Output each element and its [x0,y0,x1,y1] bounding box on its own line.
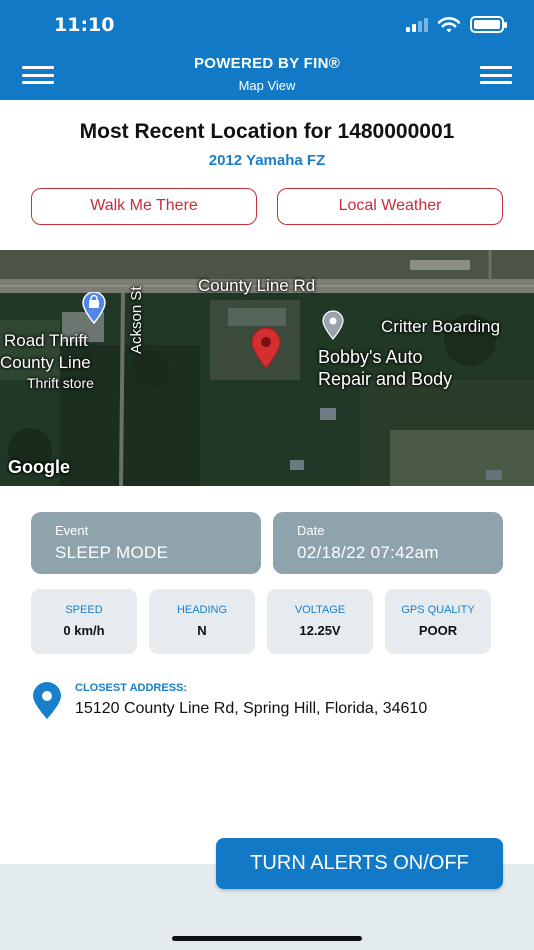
map-street-label: Ackson St [128,286,145,354]
voltage-stat: VOLTAGE 12.25V [267,589,373,654]
map-view[interactable]: County Line Rd Ackson St Road Thrift Cou… [0,250,534,486]
status-bar: 11:10 [0,0,534,46]
home-indicator[interactable] [172,936,362,941]
heading-value: N [197,623,207,638]
menu-right-icon[interactable] [480,66,512,84]
walk-me-there-button[interactable]: Walk Me There [31,188,257,225]
poi-auto-line1: Bobby's Auto [318,347,423,367]
gps-quality-label: GPS QUALITY [401,604,475,616]
location-marker-icon [251,327,281,369]
poi-thrift-category: Thrift store [27,375,94,391]
map-road-label: County Line Rd [198,276,316,295]
gps-quality-value: POOR [418,623,458,638]
toggle-alerts-button[interactable]: TURN ALERTS ON/OFF [216,838,503,889]
nav-title: POWERED BY FIN® [193,55,341,72]
poi-boarding: Critter Boarding [381,317,501,336]
poi-thrift-line1: Road Thrift [4,331,88,350]
nav-subtitle: Map View [238,78,296,93]
voltage-label: VOLTAGE [294,604,346,616]
poi-thrift-line2: County Line [0,353,91,372]
cellular-signal-icon [406,17,428,32]
battery-icon [470,16,507,33]
local-weather-button[interactable]: Local Weather [277,188,503,225]
map-attribution: Google [8,457,70,477]
status-icons [406,16,507,33]
gps-quality-stat: GPS QUALITY POOR [385,589,491,654]
event-label: Event [55,523,89,538]
address-pin-icon [33,682,61,719]
date-value: 02/18/22 07:42am [297,543,439,562]
wifi-icon [438,16,460,32]
voltage-value: 12.25V [299,623,341,638]
speed-value: 0 km/h [63,623,105,638]
shopping-bag-pin-icon [82,292,106,324]
event-card: Event SLEEP MODE [31,512,261,574]
speed-stat: SPEED 0 km/h [31,589,137,654]
date-card: Date 02/18/22 07:42am [273,512,503,574]
closest-address-label: CLOSEST ADDRESS: [75,682,188,694]
event-value: SLEEP MODE [55,543,169,562]
status-time: 11:10 [54,14,115,36]
location-heading: Most Recent Location for 1480000001 [79,120,455,143]
date-label: Date [297,523,325,538]
heading-label: HEADING [176,604,228,616]
closest-address-value: 15120 County Line Rd, Spring Hill, Flori… [75,700,428,717]
vehicle-name: 2012 Yamaha FZ [208,152,326,169]
poi-auto-line2: Repair and Body [318,369,453,389]
gray-place-pin-icon [322,310,344,340]
speed-label: SPEED [65,604,103,616]
heading-stat: HEADING N [149,589,255,654]
nav-bar: POWERED BY FIN® Map View [0,46,534,100]
